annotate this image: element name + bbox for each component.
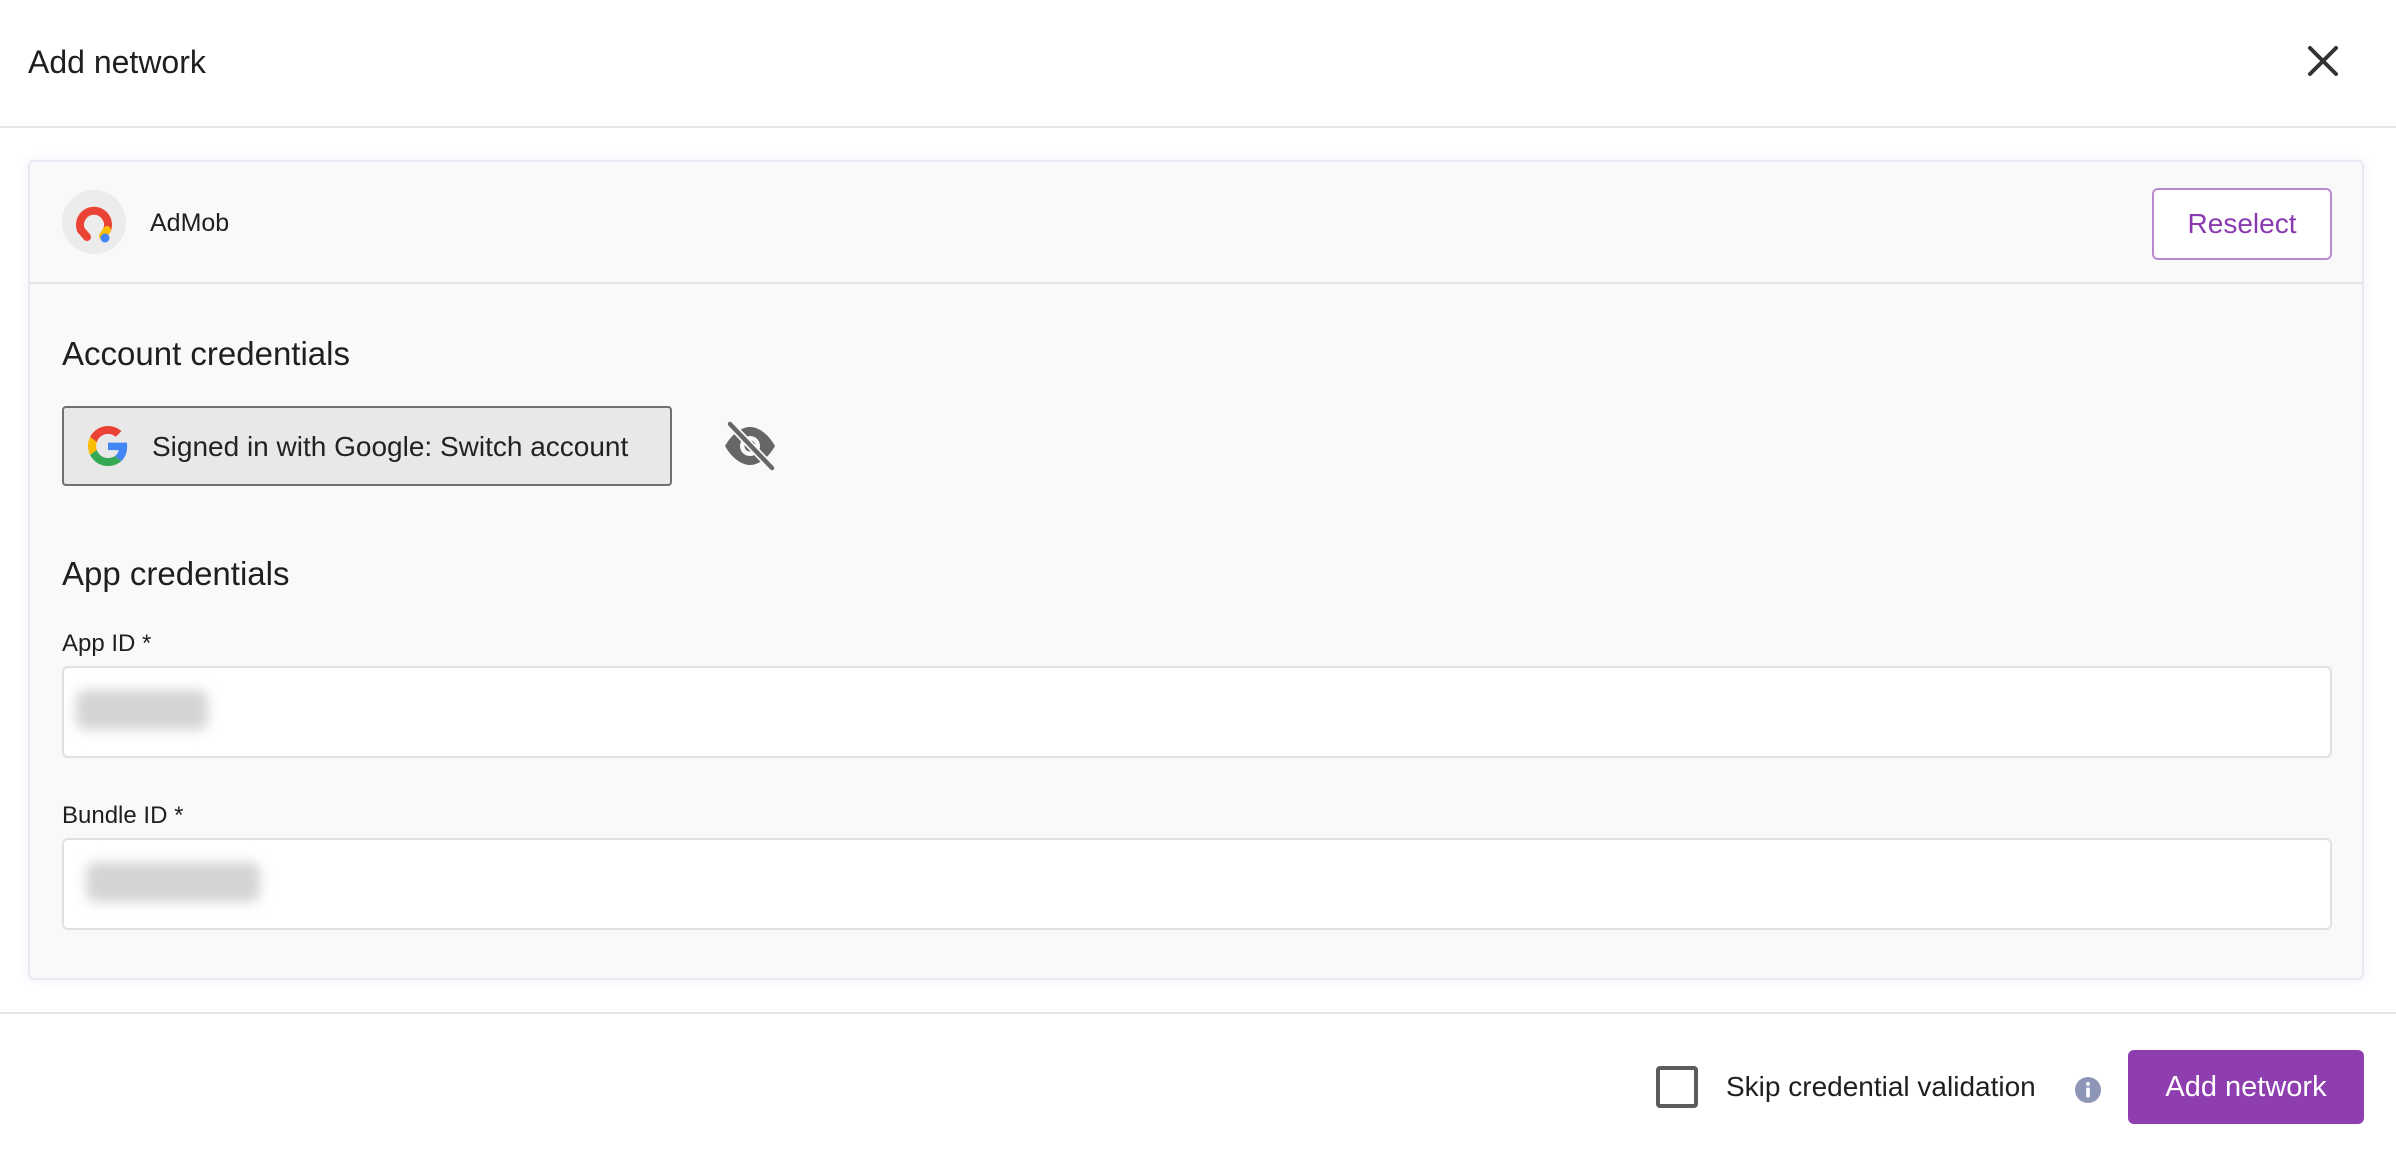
skip-validation-checkbox[interactable] <box>1656 1066 1698 1108</box>
app-id-label: App ID * <box>62 630 152 657</box>
admob-logo-icon <box>62 190 126 254</box>
reselect-button[interactable]: Reselect <box>2152 188 2332 260</box>
google-icon <box>88 426 128 466</box>
account-credentials-heading: Account credentials <box>62 335 350 372</box>
modal-header: Add network <box>0 0 2396 128</box>
modal-title: Add network <box>28 44 206 80</box>
network-name: AdMob <box>150 209 230 237</box>
info-icon[interactable] <box>2074 1076 2102 1104</box>
google-switch-account-button[interactable]: Signed in with Google: Switch account <box>62 406 672 486</box>
network-card: AdMob Reselect Account credentials Signe… <box>28 160 2364 980</box>
modal-body: AdMob Reselect Account credentials Signe… <box>0 130 2396 1012</box>
bundle-id-input[interactable] <box>62 838 2332 930</box>
modal-footer: Skip credential validation Add network <box>0 1012 2396 1160</box>
toggle-visibility-button[interactable] <box>720 418 780 474</box>
eye-off-icon <box>725 420 776 472</box>
close-icon <box>2308 46 2338 76</box>
skip-validation-label: Skip credential validation <box>1726 1071 2036 1102</box>
close-button[interactable] <box>2296 34 2350 88</box>
google-button-label: Signed in with Google: Switch account <box>152 431 629 462</box>
app-id-input[interactable] <box>62 666 2332 758</box>
add-network-button[interactable]: Add network <box>2128 1050 2364 1124</box>
add-network-modal: Add network AdMob Reselect Account crede… <box>0 0 2396 1160</box>
bundle-id-label: Bundle ID * <box>62 802 184 829</box>
app-credentials-heading: App credentials <box>62 555 290 592</box>
app-id-redacted-value <box>76 690 208 730</box>
network-card-header: AdMob Reselect <box>30 162 2362 284</box>
bundle-id-redacted-value <box>86 862 260 902</box>
